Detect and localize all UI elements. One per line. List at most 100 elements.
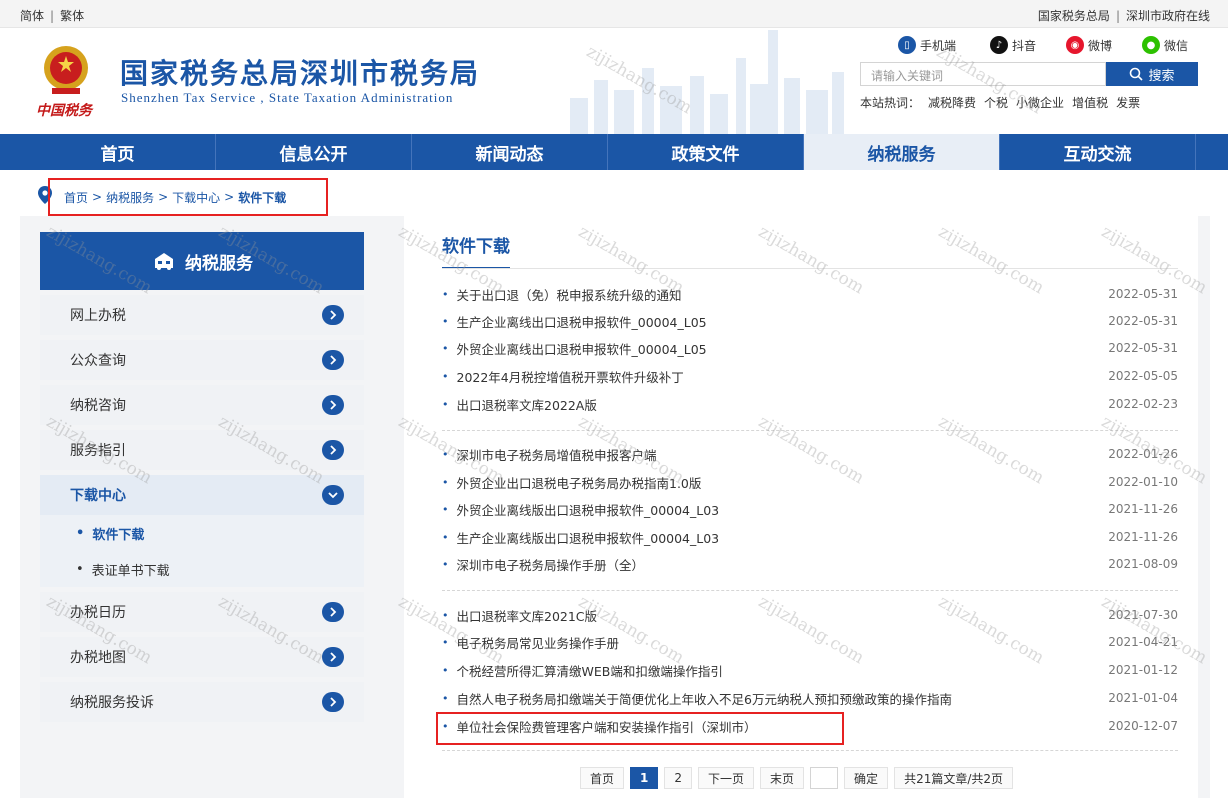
chevron-right-icon: [322, 692, 344, 712]
hot-word[interactable]: 小微企业: [1016, 94, 1064, 111]
bullet-icon: •: [442, 663, 449, 677]
article-title[interactable]: 生产企业离线版出口退税申报软件_00004_L03: [457, 528, 720, 547]
article-title[interactable]: 深圳市电子税务局操作手册（全）: [457, 555, 645, 574]
sidebar-item-tax-map[interactable]: 办税地图: [40, 637, 364, 677]
list-item[interactable]: • 关于出口退（免）税申报系统升级的通知 2022-05-31: [442, 282, 1178, 306]
douyin-icon: ♪: [990, 36, 1008, 54]
article-date: 2021-08-09: [1108, 557, 1178, 571]
list-item[interactable]: • 出口退税率文库2022A版 2022-02-23: [442, 392, 1178, 416]
search-button[interactable]: 搜索: [1106, 62, 1198, 86]
sidebar-item-tax-calendar[interactable]: 办税日历: [40, 592, 364, 632]
breadcrumb-separator: >: [158, 190, 169, 204]
sidebar-item-download-center[interactable]: 下载中心: [40, 475, 364, 515]
bullet-icon: •: [442, 475, 449, 489]
social-label: 微博: [1088, 38, 1113, 53]
sidebar-item-service-guide[interactable]: 服务指引: [40, 430, 364, 470]
article-title[interactable]: 深圳市电子税务局增值税申报客户端: [457, 445, 657, 464]
list-item[interactable]: • 生产企业离线版出口退税申报软件_00004_L03 2021-11-26: [442, 525, 1178, 549]
list-item[interactable]: • 自然人电子税务局扣缴端关于简便优化上年收入不足6万元纳税人预扣预缴政策的操作指…: [442, 686, 1178, 710]
list-item[interactable]: • 外贸企业出口退税电子税务局办税指南1.0版 2022-01-10: [442, 470, 1178, 494]
hot-word[interactable]: 个税: [984, 94, 1008, 111]
pager-first-button[interactable]: 首页: [580, 767, 625, 789]
list-item[interactable]: • 个税经营所得汇算清缴WEB端和扣缴端操作指引 2021-01-12: [442, 658, 1178, 682]
nav-tax-service[interactable]: 纳税服务: [804, 134, 1000, 170]
article-title[interactable]: 自然人电子税务局扣缴端关于简便优化上年收入不足6万元纳税人预扣预缴政策的操作指南: [457, 689, 952, 708]
article-title[interactable]: 外贸企业离线出口退税申报软件_00004_L05: [457, 339, 707, 358]
sidebar-item-label: 纳税服务投诉: [70, 695, 154, 711]
nav-news[interactable]: 新闻动态: [412, 134, 608, 170]
article-title[interactable]: 外贸企业出口退税电子税务局办税指南1.0版: [457, 473, 702, 492]
sidebar-item-label: 办税地图: [70, 650, 126, 666]
article-title[interactable]: 个税经营所得汇算清缴WEB端和扣缴端操作指引: [457, 661, 723, 680]
nav-policy[interactable]: 政策文件: [608, 134, 804, 170]
article-title[interactable]: 外贸企业离线版出口退税申报软件_00004_L03: [457, 500, 720, 519]
nav-info-disclosure[interactable]: 信息公开: [216, 134, 412, 170]
article-title[interactable]: 关于出口退（免）税申报系统升级的通知: [457, 285, 682, 304]
list-item[interactable]: • 深圳市电子税务局操作手册（全） 2021-08-09: [442, 552, 1178, 576]
national-emblem-icon[interactable]: [30, 42, 102, 102]
bullet-icon: •: [442, 530, 449, 544]
skyline-illustration: [570, 30, 844, 134]
sidebar-item-tax-consult[interactable]: 纳税咨询: [40, 385, 364, 425]
bullet-icon: •: [442, 287, 449, 301]
social-weibo[interactable]: ◉ 微博: [1066, 36, 1112, 54]
top-links: 国家税务总局 | 深圳市政府在线: [1037, 9, 1210, 23]
list-item[interactable]: • 2022年4月税控增值税开票软件升级补丁 2022-05-05: [442, 364, 1178, 388]
sz-gov-link[interactable]: 深圳市政府在线: [1126, 9, 1210, 23]
article-title[interactable]: 出口退税率文库2022A版: [457, 395, 597, 414]
breadcrumb-current: 软件下载: [238, 190, 287, 205]
bullet-icon: •: [442, 314, 449, 328]
list-item[interactable]: • 生产企业离线出口退税申报软件_00004_L05 2022-05-31: [442, 309, 1178, 333]
list-item[interactable]: • 外贸企业离线版出口退税申报软件_00004_L03 2021-11-26: [442, 497, 1178, 521]
lang-traditional-link[interactable]: 繁体: [60, 9, 84, 23]
sidebar-subitem-software-download[interactable]: • 软件下载: [40, 515, 364, 551]
weibo-icon: ◉: [1066, 36, 1084, 54]
sidebar-header: 纳税服务: [40, 232, 364, 290]
list-item[interactable]: • 电子税务局常见业务操作手册 2021-04-21: [442, 630, 1178, 654]
hot-word[interactable]: 减税降费: [928, 94, 976, 111]
pager-confirm-button[interactable]: 确定: [844, 767, 889, 789]
nav-interaction[interactable]: 互动交流: [1000, 134, 1196, 170]
social-wechat[interactable]: ● 微信: [1142, 36, 1188, 54]
sidebar-subitem-forms-download[interactable]: • 表证单书下载: [40, 551, 364, 587]
article-title[interactable]: 出口退税率文库2021C版: [457, 606, 598, 625]
breadcrumb-home[interactable]: 首页: [64, 189, 88, 206]
list-item[interactable]: • 外贸企业离线出口退税申报软件_00004_L05 2022-05-31: [442, 336, 1178, 360]
pager-page-1[interactable]: 1: [630, 767, 659, 789]
sidebar-item-complaint[interactable]: 纳税服务投诉: [40, 682, 364, 722]
hot-words: 本站热词： 减税降费 个税 小微企业 增值税 发票: [860, 94, 1148, 111]
pager-page-input[interactable]: [810, 767, 839, 789]
lang-simplified-link[interactable]: 简体: [20, 9, 44, 23]
bullet-icon: •: [442, 397, 449, 411]
hot-word[interactable]: 发票: [1116, 94, 1140, 111]
breadcrumb-separator: >: [224, 190, 235, 204]
article-date: 2022-05-31: [1108, 287, 1178, 301]
breadcrumb-download-center[interactable]: 下载中心: [172, 189, 220, 206]
pager-last-button[interactable]: 末页: [760, 767, 805, 789]
bus-icon: [155, 253, 173, 270]
hot-word[interactable]: 增值税: [1072, 94, 1108, 111]
state-admin-link[interactable]: 国家税务总局: [1038, 9, 1110, 23]
pager-page-2[interactable]: 2: [664, 767, 693, 789]
wechat-icon: ●: [1142, 36, 1160, 54]
article-title[interactable]: 电子税务局常见业务操作手册: [457, 633, 620, 652]
sidebar-item-online-tax[interactable]: 网上办税: [40, 295, 364, 335]
bullet-icon: •: [442, 502, 449, 516]
sidebar-item-public-query[interactable]: 公众查询: [40, 340, 364, 380]
social-douyin[interactable]: ♪ 抖音: [990, 36, 1036, 54]
site-name[interactable]: 国家税务总局深圳市税务局: [120, 52, 480, 92]
social-mobile[interactable]: ▯ 手机端: [898, 36, 956, 54]
search-input[interactable]: 请输入关键词: [860, 62, 1106, 86]
bullet-icon: •: [442, 557, 449, 571]
breadcrumb-tax-service[interactable]: 纳税服务: [106, 189, 154, 206]
bullet-icon: •: [442, 691, 449, 705]
pager-next-button[interactable]: 下一页: [698, 767, 755, 789]
article-title[interactable]: 2022年4月税控增值税开票软件升级补丁: [457, 367, 684, 386]
chevron-right-icon: [322, 305, 344, 325]
nav-home[interactable]: 首页: [20, 134, 216, 170]
article-title[interactable]: 生产企业离线出口退税申报软件_00004_L05: [457, 312, 707, 331]
article-date: 2022-05-31: [1108, 341, 1178, 355]
list-item[interactable]: • 深圳市电子税务局增值税申报客户端 2022-01-26: [442, 442, 1178, 466]
language-switch: 简体 | 繁体: [20, 9, 85, 23]
list-item[interactable]: • 出口退税率文库2021C版 2021-07-30: [442, 603, 1178, 627]
